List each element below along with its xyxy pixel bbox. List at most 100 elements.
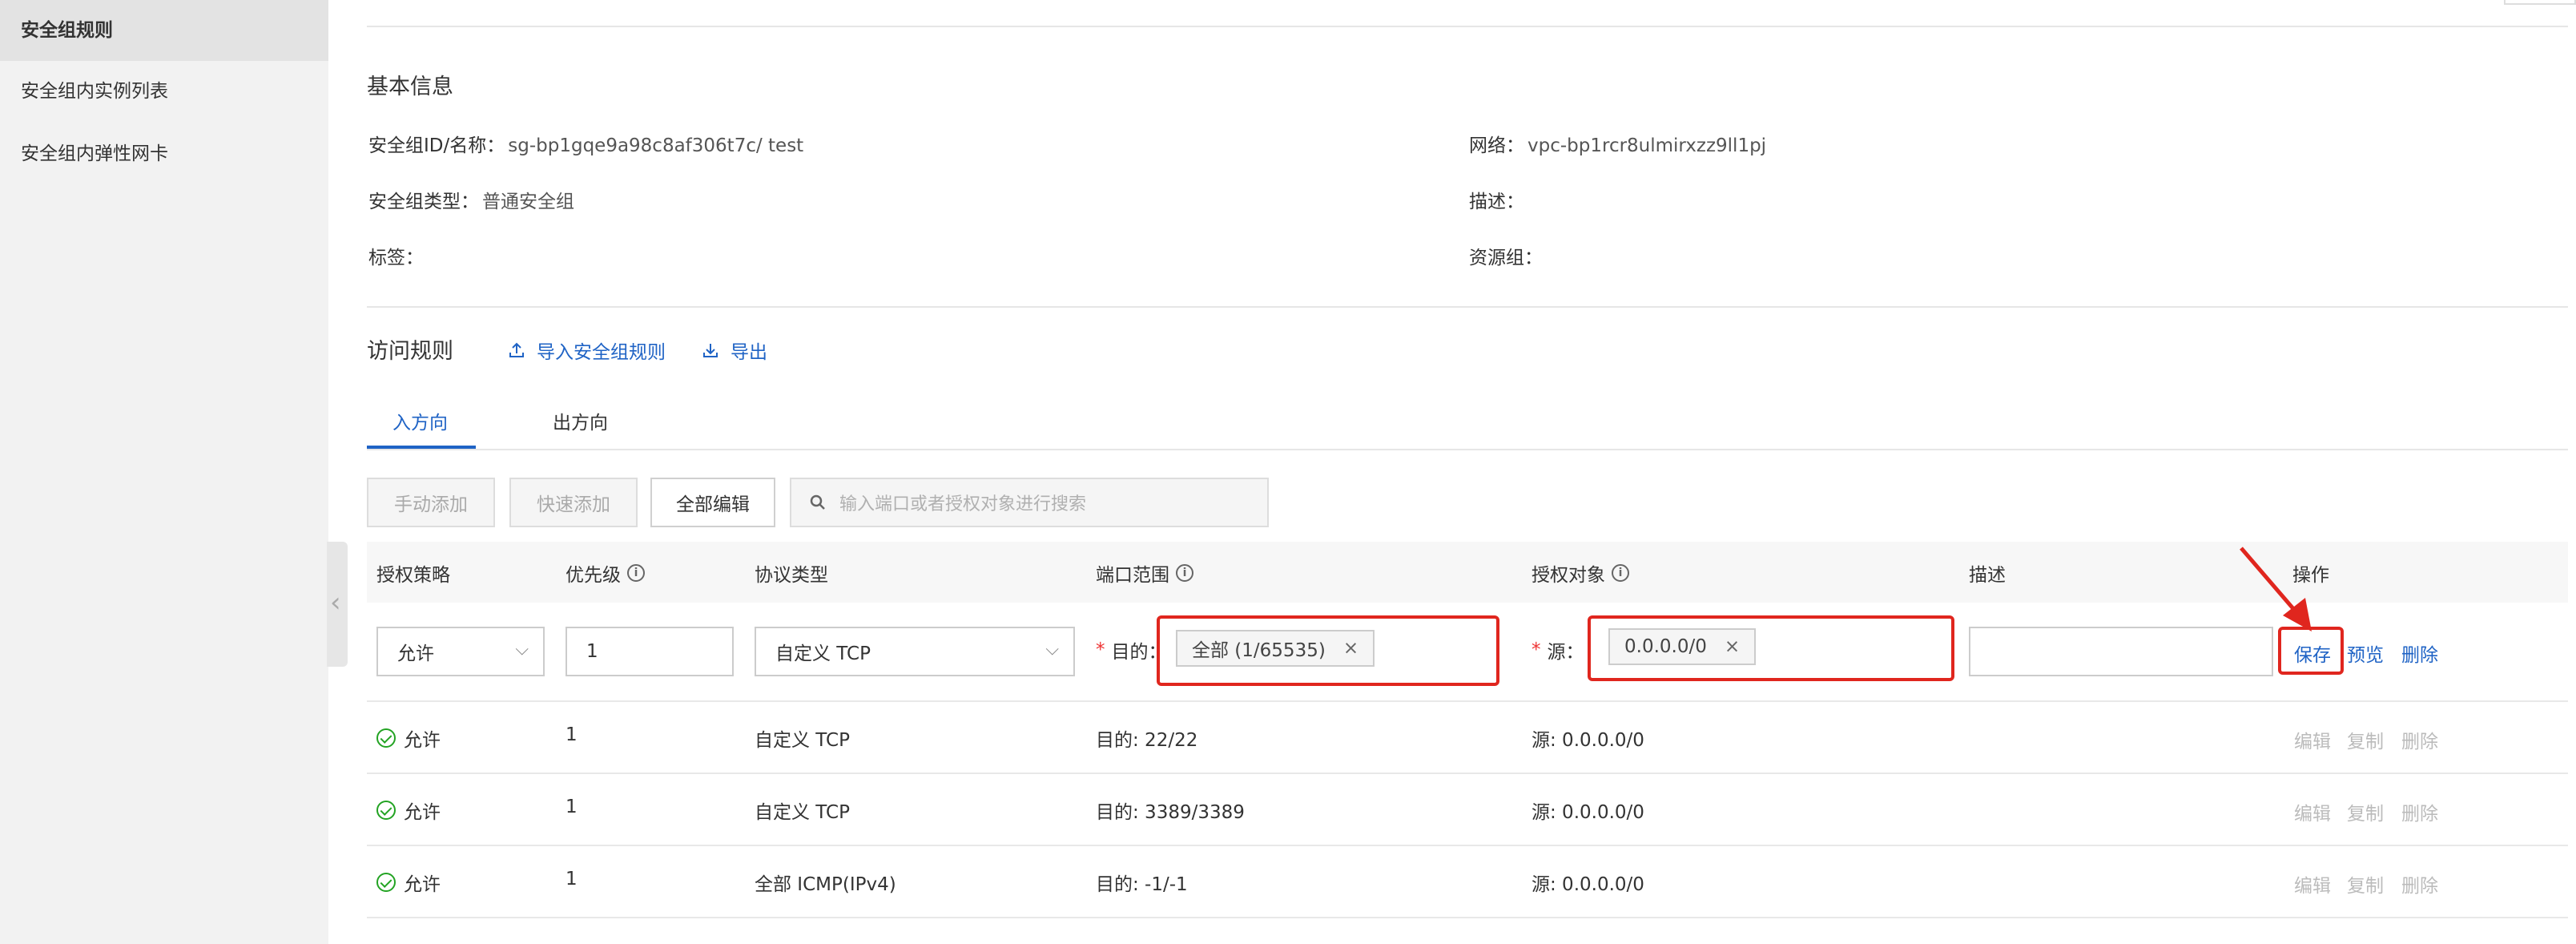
header-policy: 授权策略 [376,559,450,587]
sidebar-item-instance-list[interactable]: 安全组内实例列表 [0,61,328,122]
source-label-text: 源： [1547,642,1584,663]
required-marker: * [1096,639,1105,660]
divider [367,449,2568,450]
source-cell: 源: 0.0.0.0/0 [1532,874,1644,895]
header-policy-label: 授权策略 [376,565,450,586]
policy-select[interactable]: 允许 ⌵ [376,627,545,676]
close-icon[interactable]: × [1725,636,1740,657]
edit-button[interactable]: 编辑 [2294,870,2331,898]
divider [367,845,2568,846]
priority-cell: 1 [566,797,578,817]
policy-cell: 允许 [376,797,441,824]
delete-button[interactable]: 删除 [2401,639,2438,667]
dest-port-tag[interactable]: 全部 (1/65535) × [1176,630,1375,667]
header-port-range-label: 端口范围 [1096,565,1169,586]
sidebar: 安全组规则 安全组内实例列表 安全组内弹性网卡 [0,0,328,944]
header-description: 描述 [1969,559,2006,587]
network-label: 网络： [1469,135,1524,156]
sg-type-row: 安全组类型： 普通安全组 [368,186,574,213]
quick-add-button[interactable]: 快速添加 [509,478,638,527]
header-description-label: 描述 [1969,565,2006,586]
source-cell: 源: 0.0.0.0/0 [1532,730,1644,751]
network-value: vpc-bp1rcr8ulmirxzz9ll1pj [1527,135,1767,156]
tab-outbound[interactable]: 出方向 [553,407,608,434]
save-button[interactable]: 保存 [2294,639,2331,667]
header-protocol-label: 协议类型 [755,565,828,586]
network-row: 网络： vpc-bp1rcr8ulmirxzz9ll1pj [1469,130,1766,157]
port-cell: 目的: -1/-1 [1096,874,1188,895]
delete-button[interactable]: 删除 [2401,726,2438,753]
sidebar-collapse-handle[interactable]: ‹ [327,542,348,667]
protocol-cell: 自定义 TCP [755,802,850,823]
import-rules-label: 导入安全组规则 [537,342,666,363]
search-icon [810,494,825,510]
corner-control [2504,0,2576,5]
policy-value: 允许 [404,802,441,823]
import-rules-link[interactable]: 导入安全组规则 [508,337,666,364]
source-label: * 源： [1532,636,1584,664]
manual-add-button[interactable]: 手动添加 [367,478,495,527]
close-icon[interactable]: × [1343,638,1358,659]
sg-id-label: 安全组ID/名称： [368,135,505,156]
info-icon[interactable]: i [1176,564,1193,582]
search-input[interactable]: 输入端口或者授权对象进行搜索 [790,478,1269,527]
edit-button[interactable]: 编辑 [2294,798,2331,825]
header-protocol: 协议类型 [755,559,828,587]
check-circle-icon [376,801,396,820]
protocol-select[interactable]: 自定义 TCP ⌵ [755,627,1075,676]
dest-port-tag-label: 全部 (1/65535) [1192,640,1326,661]
tags-label: 标签： [368,248,424,268]
edit-button[interactable]: 编辑 [2294,726,2331,753]
policy-cell: 允许 [376,869,441,896]
edit-all-button[interactable]: 全部编辑 [650,478,775,527]
priority-input[interactable]: 1 [566,627,734,676]
header-priority: 优先级 i [566,559,645,587]
priority-input-value: 1 [586,641,598,662]
chevron-left-icon: ‹ [330,587,341,619]
delete-button[interactable]: 删除 [2401,798,2438,825]
info-icon[interactable]: i [627,564,645,582]
chevron-down-icon: ⌵ [515,639,529,660]
header-auth-object-label: 授权对象 [1532,565,1605,586]
source-cell: 源: 0.0.0.0/0 [1532,802,1644,823]
header-port-range: 端口范围 i [1096,559,1193,587]
check-circle-icon [376,728,396,748]
required-marker: * [1532,639,1541,660]
sg-id-row: 安全组ID/名称： sg-bp1gqe9a98c8af306t7c/ test [368,130,803,157]
header-priority-label: 优先级 [566,565,621,586]
divider [367,26,2568,27]
chevron-down-icon: ⌵ [1045,639,1059,660]
protocol-cell: 全部 ICMP(IPv4) [755,874,896,895]
sidebar-item-eni[interactable]: 安全组内弹性网卡 [0,123,328,184]
export-label: 导出 [731,342,767,363]
copy-button[interactable]: 复制 [2347,870,2384,898]
description-input[interactable] [1969,627,2273,676]
tab-inbound[interactable]: 入方向 [392,407,448,434]
copy-button[interactable]: 复制 [2347,726,2384,753]
red-arrow-annotation [2240,547,2312,631]
basic-info-title: 基本信息 [367,75,453,99]
priority-cell: 1 [566,724,578,745]
policy-select-value: 允许 [397,643,434,664]
protocol-cell: 自定义 TCP [755,730,850,751]
copy-button[interactable]: 复制 [2347,798,2384,825]
sidebar-item-sg-rules[interactable]: 安全组规则 [0,0,328,61]
policy-cell: 允许 [376,724,441,752]
access-rules-title: 访问规则 [367,339,453,364]
delete-button[interactable]: 删除 [2401,870,2438,898]
policy-value: 允许 [404,730,441,751]
port-cell: 目的: 3389/3389 [1096,802,1245,823]
divider [367,773,2568,774]
upload-icon [509,342,524,357]
check-circle-icon [376,873,396,892]
source-tag[interactable]: 0.0.0.0/0 × [1608,628,1757,665]
export-link[interactable]: 导出 [702,337,767,364]
divider [367,917,2568,918]
divider [367,306,2568,308]
preview-button[interactable]: 预览 [2347,639,2384,667]
header-auth-object: 授权对象 i [1532,559,1629,587]
source-tag-label: 0.0.0.0/0 [1624,636,1707,657]
sg-type-label: 安全组类型： [368,192,479,212]
main-content: 基本信息 安全组ID/名称： sg-bp1gqe9a98c8af306t7c/ t… [367,0,2576,944]
info-icon[interactable]: i [1612,564,1629,582]
